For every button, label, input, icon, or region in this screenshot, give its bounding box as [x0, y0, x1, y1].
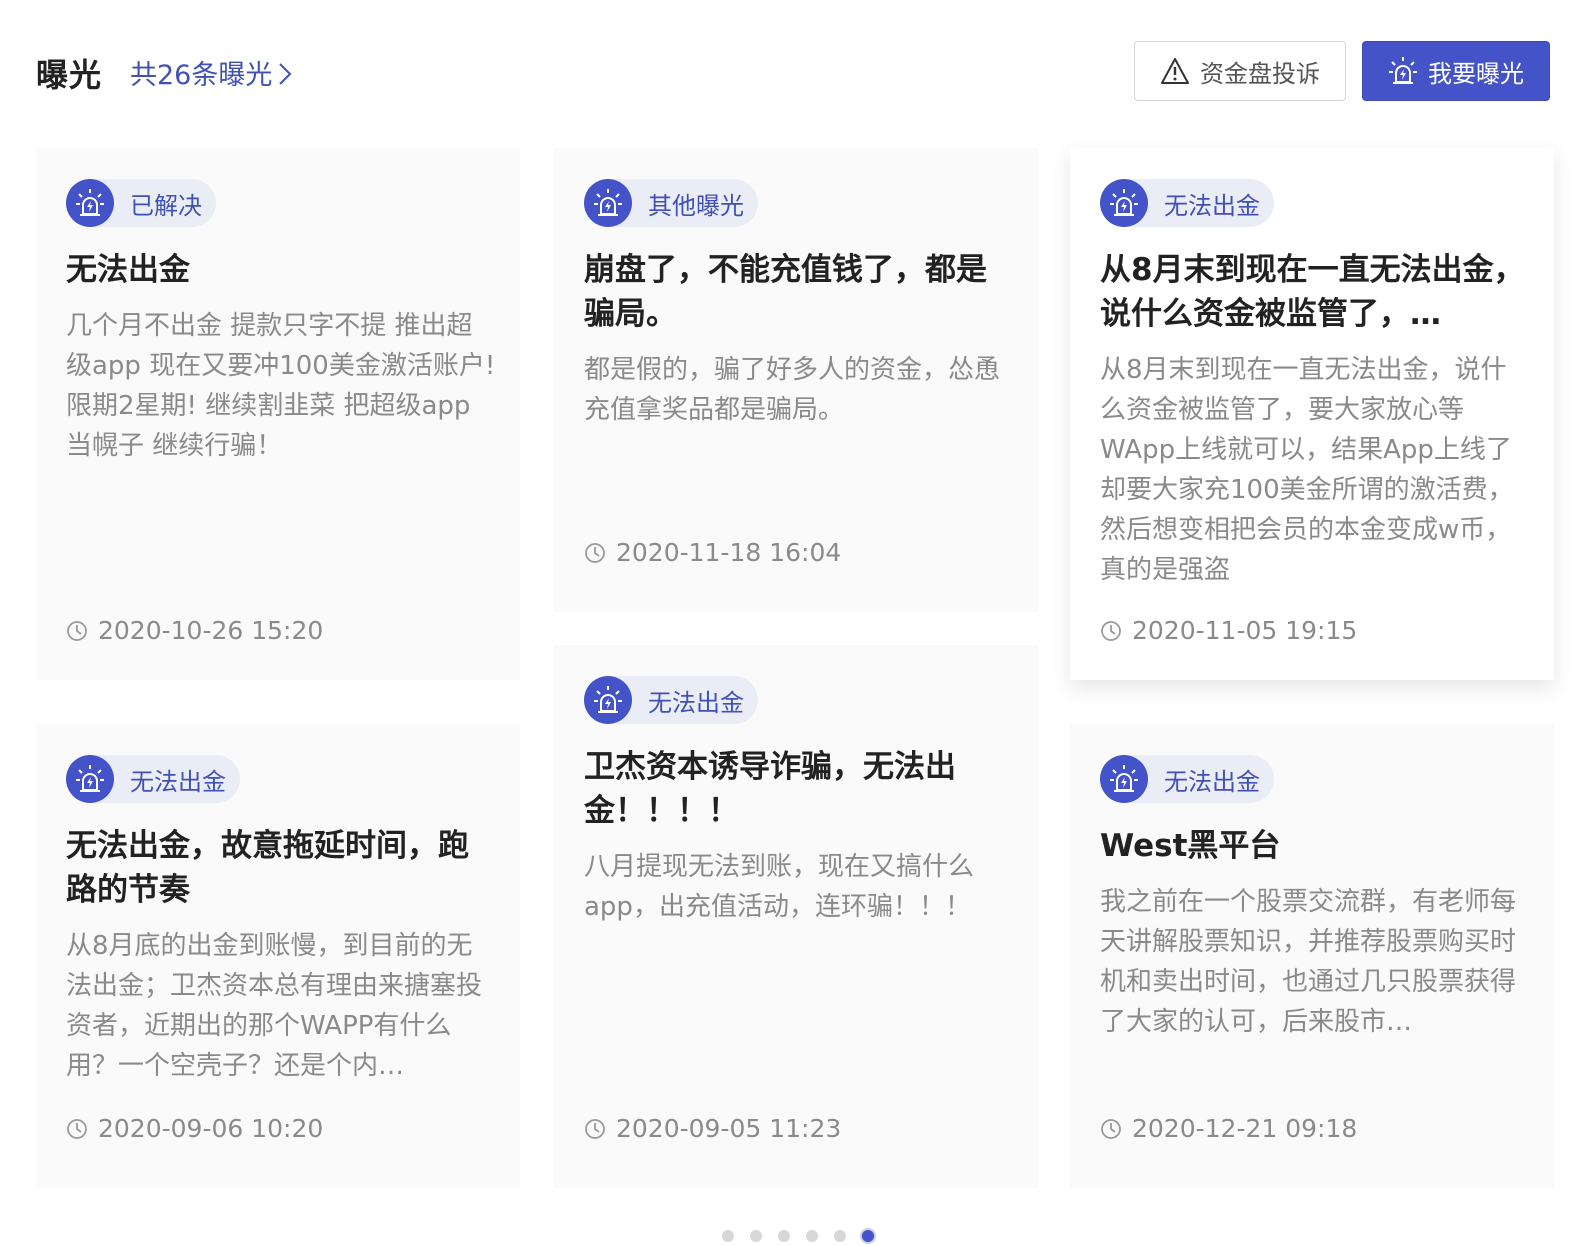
page-dot[interactable]: [834, 1230, 846, 1242]
alarm-light-icon: [584, 676, 632, 724]
card-title: West黑平台: [1100, 828, 1281, 864]
status-tag: 其他曝光: [584, 179, 758, 227]
alarm-light-icon: [66, 179, 114, 227]
card-time-text: 2020-12-21 09:18: [1132, 1114, 1358, 1143]
status-tag: 无法出金: [584, 676, 758, 724]
page-dot[interactable]: [750, 1230, 762, 1242]
alarm-light-icon: [66, 755, 114, 803]
fund-complaint-label: 资金盘投诉: [1200, 59, 1320, 88]
section-header: 曝光 共26条曝光 资金盘投诉 我要曝光: [0, 0, 1596, 146]
card-title: 无法出金，故意拖延时间，跑路的节奏: [66, 828, 469, 908]
status-tag: 已解决: [66, 179, 216, 227]
alarm-light-icon: [1100, 755, 1148, 803]
exposure-card[interactable]: 无法出金 从8月末到现在一直无法出金，说什么资金被监管了，… 从8月末到现在一直…: [1070, 148, 1554, 680]
exposure-card[interactable]: 无法出金 West黑平台 我之前在一个股票交流群，有老师每天讲解股票知识，并推荐…: [1070, 724, 1554, 1188]
page-dot[interactable]: [778, 1230, 790, 1242]
card-time: 2020-09-05 11:23: [584, 1114, 841, 1143]
exposure-card[interactable]: 已解决 无法出金 几个月不出金 提款只字不提 推出超级app 现在又要冲100美…: [36, 148, 520, 680]
card-time-text: 2020-10-26 15:20: [98, 616, 324, 645]
card-time: 2020-09-06 10:20: [66, 1114, 323, 1143]
card-time-text: 2020-11-05 19:15: [1132, 616, 1358, 645]
card-description: 八月提现无法到账，现在又搞什么app，出充值活动，连环骗！！！: [584, 852, 975, 922]
page-dot[interactable]: [806, 1230, 818, 1242]
card-description: 都是假的，骗了好多人的资金，怂恿充值拿奖品都是骗局。: [584, 355, 1001, 425]
clock-icon: [584, 1118, 606, 1140]
card-description: 从8月末到现在一直无法出金，说什么资金被监管了，要大家放心等WApp上线就可以，…: [1100, 355, 1514, 585]
card-description: 我之前在一个股票交流群，有老师每天讲解股票知识，并推荐股票购买时机和卖出时间，也…: [1100, 887, 1517, 1037]
expose-button[interactable]: 我要曝光: [1362, 41, 1550, 101]
exposure-card[interactable]: 其他曝光 崩盘了，不能充值钱了，都是骗局。 都是假的，骗了好多人的资金，怂恿充值…: [554, 148, 1038, 612]
page-dot[interactable]: [722, 1230, 734, 1242]
card-description: 几个月不出金 提款只字不提 推出超级app 现在又要冲100美金激活账户! 限期…: [66, 311, 496, 461]
section-title: 曝光: [36, 56, 103, 94]
pagination-dots: [0, 1230, 1596, 1242]
clock-icon: [1100, 620, 1122, 642]
page-dot-active[interactable]: [862, 1230, 874, 1242]
card-title: 无法出金: [66, 252, 190, 288]
card-title: 崩盘了，不能充值钱了，都是骗局。: [584, 252, 987, 332]
alarm-light-icon: [584, 179, 632, 227]
clock-icon: [584, 542, 606, 564]
card-title: 卫杰资本诱导诈骗，无法出金！！！！: [584, 749, 956, 829]
status-tag: 无法出金: [66, 755, 240, 803]
exposure-count-link[interactable]: 共26条曝光: [130, 53, 292, 93]
clock-icon: [1100, 1118, 1122, 1140]
warning-triangle-icon: [1160, 57, 1190, 85]
chevron-right-icon: [278, 62, 292, 93]
card-time: 2020-12-21 09:18: [1100, 1114, 1357, 1143]
expose-label: 我要曝光: [1428, 59, 1524, 88]
alarm-light-icon: [1100, 179, 1148, 227]
card-time-text: 2020-11-18 16:04: [616, 538, 842, 567]
status-tag: 无法出金: [1100, 755, 1274, 803]
alarm-light-icon: [1388, 56, 1418, 86]
card-time: 2020-10-26 15:20: [66, 616, 323, 645]
card-title: 从8月末到现在一直无法出金，说什么资金被监管了，…: [1100, 252, 1525, 332]
card-time-text: 2020-09-05 11:23: [616, 1114, 842, 1143]
clock-icon: [66, 1118, 88, 1140]
card-description: 从8月底的出金到账慢，到目前的无法出金；卫杰资本总有理由来搪塞投资者，近期出的那…: [66, 931, 483, 1081]
card-time-text: 2020-09-06 10:20: [98, 1114, 324, 1143]
fund-complaint-button[interactable]: 资金盘投诉: [1134, 41, 1346, 101]
exposure-card[interactable]: 无法出金 无法出金，故意拖延时间，跑路的节奏 从8月底的出金到账慢，到目前的无法…: [36, 724, 520, 1188]
exposure-card[interactable]: 无法出金 卫杰资本诱导诈骗，无法出金！！！！ 八月提现无法到账，现在又搞什么ap…: [554, 645, 1038, 1188]
card-time: 2020-11-18 16:04: [584, 538, 841, 567]
status-tag: 无法出金: [1100, 179, 1274, 227]
card-time: 2020-11-05 19:15: [1100, 616, 1357, 645]
clock-icon: [66, 620, 88, 642]
exposure-count-label: 共26条曝光: [130, 60, 273, 91]
